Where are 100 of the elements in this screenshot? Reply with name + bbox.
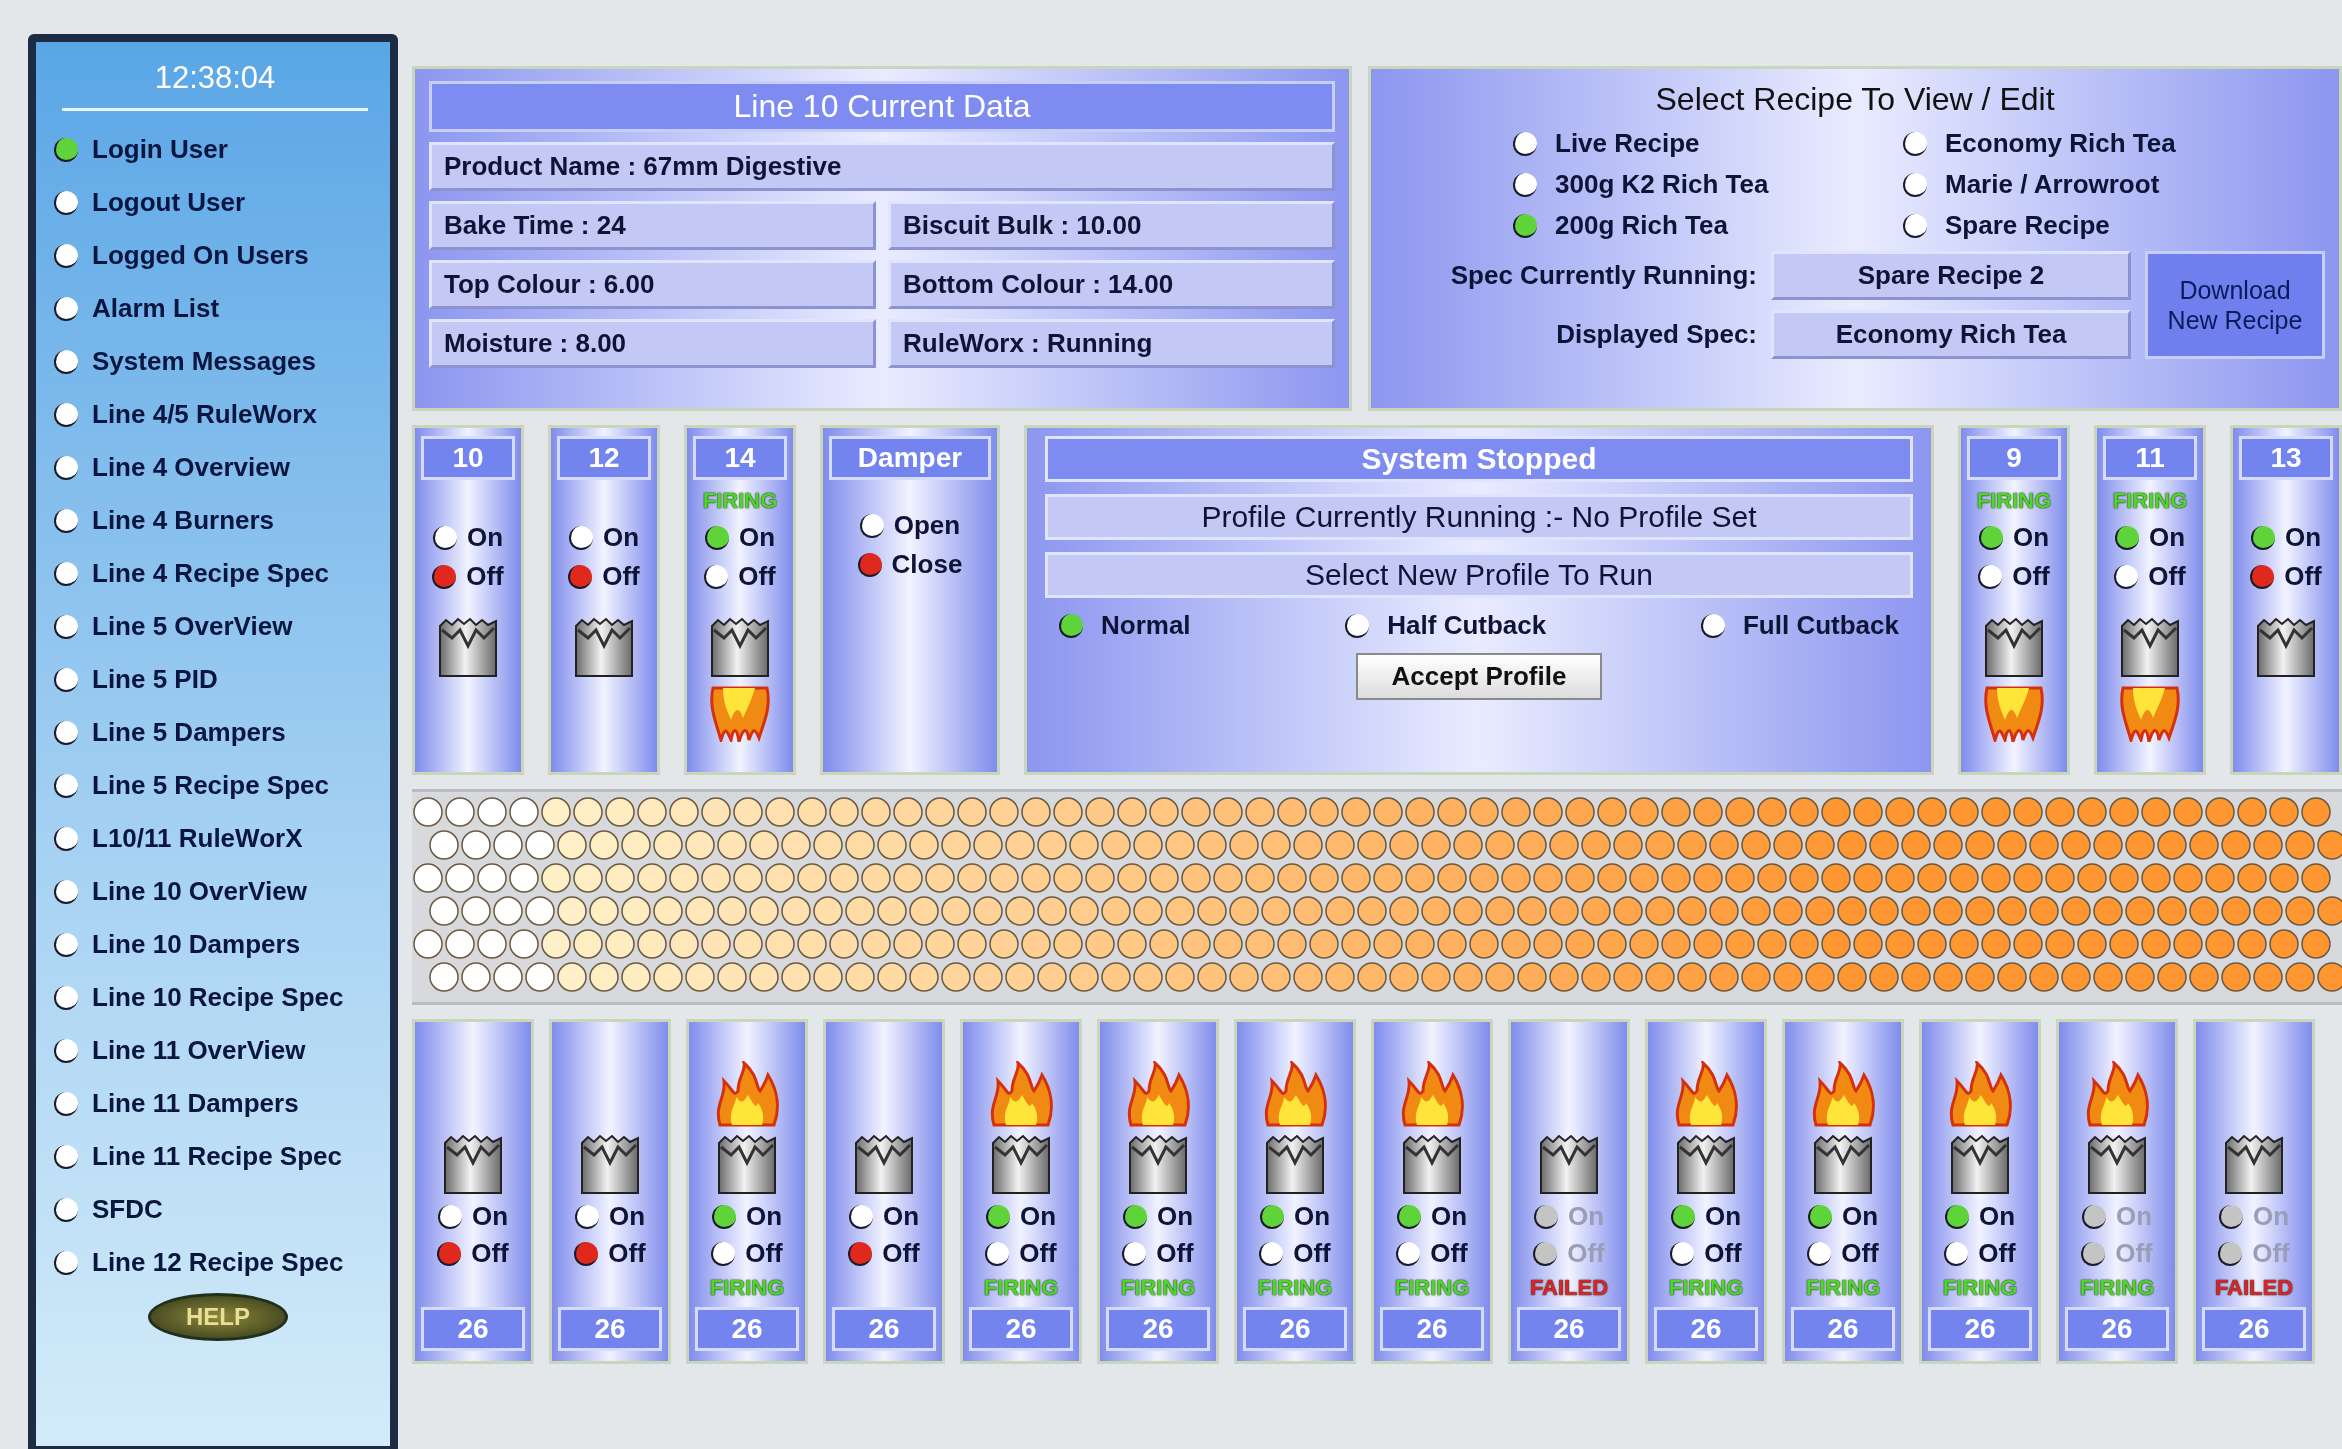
burner-icon — [1982, 616, 2046, 678]
switch-option[interactable]: On — [432, 522, 504, 553]
burner-icon — [2222, 1133, 2286, 1195]
nav-item[interactable]: Line 4 Overview — [54, 441, 382, 494]
switch-option[interactable]: Off — [848, 1238, 920, 1269]
burner-status: FIRING — [1120, 1275, 1196, 1301]
switch-option[interactable]: Off — [437, 1238, 509, 1269]
nav-item[interactable]: Line 11 Dampers — [54, 1077, 382, 1130]
option-label: Half Cutback — [1387, 610, 1547, 641]
nav-label: Line 4/5 RuleWorx — [92, 399, 317, 430]
recipe-option[interactable]: 200g Rich Tea — [1513, 210, 1903, 241]
switch-option[interactable]: On — [985, 1201, 1057, 1232]
switch-option[interactable]: Off — [432, 561, 504, 592]
switch-option[interactable]: On — [848, 1201, 920, 1232]
nav-item[interactable]: Line 5 PID — [54, 653, 382, 706]
switch-label: Close — [891, 549, 963, 580]
burner-status: FIRING — [1942, 1275, 2018, 1301]
nav-item[interactable]: Line 5 OverView — [54, 600, 382, 653]
profile-option[interactable]: Half Cutback — [1345, 610, 1547, 641]
switch-option[interactable]: Off — [2250, 561, 2322, 592]
switch-option[interactable]: Off — [1944, 1238, 2016, 1269]
recipe-option[interactable]: Marie / Arrowroot — [1903, 169, 2223, 200]
burner-number: 26 — [421, 1307, 525, 1351]
nav-label: System Messages — [92, 346, 317, 377]
switch-option[interactable]: On — [1670, 1201, 1742, 1232]
nav-item[interactable]: System Messages — [54, 335, 382, 388]
damper-title: Damper — [829, 436, 991, 480]
burner-number: 26 — [832, 1307, 936, 1351]
switch-option[interactable]: On — [711, 1201, 783, 1232]
switch-option[interactable]: On — [568, 522, 640, 553]
switch-label: Off — [2148, 561, 2186, 592]
switch-option[interactable]: On — [1396, 1201, 1468, 1232]
switch-option[interactable]: Off — [574, 1238, 646, 1269]
nav-item[interactable]: Line 10 OverView — [54, 865, 382, 918]
nav-item[interactable]: Logout User — [54, 176, 382, 229]
displayed-spec-field: Economy Rich Tea — [1771, 310, 2131, 359]
switch-label: On — [1841, 1201, 1879, 1232]
burner-status: FAILED — [2214, 1275, 2294, 1301]
nav-item[interactable]: Alarm List — [54, 282, 382, 335]
profile-option[interactable]: Normal — [1059, 610, 1191, 641]
switch-option[interactable]: On — [437, 1201, 509, 1232]
nav-item[interactable]: Line 5 Recipe Spec — [54, 759, 382, 812]
switch-option[interactable]: Close — [857, 549, 963, 580]
nav-label: Login User — [92, 134, 228, 165]
nav-item[interactable]: Line 4 Recipe Spec — [54, 547, 382, 600]
profile-option[interactable]: Full Cutback — [1700, 610, 1899, 641]
option-label: Spare Recipe — [1945, 210, 2110, 241]
switch-option[interactable]: Off — [1978, 561, 2050, 592]
switch-label: On — [2012, 522, 2050, 553]
switch-option[interactable]: On — [1807, 1201, 1879, 1232]
nav-item[interactable]: Line 4/5 RuleWorx — [54, 388, 382, 441]
panel-title: Select Recipe To View / Edit — [1654, 81, 2056, 118]
switch-option[interactable]: On — [2114, 522, 2186, 553]
recipe-option[interactable]: Economy Rich Tea — [1903, 128, 2223, 159]
switch-option[interactable]: On — [2250, 522, 2322, 553]
switch-label: Off — [471, 1238, 509, 1269]
recipe-option[interactable]: Spare Recipe — [1903, 210, 2223, 241]
switch-option[interactable]: Off — [704, 561, 776, 592]
burner-icon — [2118, 616, 2182, 678]
burner-icon — [2254, 616, 2318, 678]
nav-item[interactable]: L10/11 RuleWorX — [54, 812, 382, 865]
switch-option[interactable]: On — [1978, 522, 2050, 553]
nav-item[interactable]: Line 5 Dampers — [54, 706, 382, 759]
nav-item[interactable]: Line 11 Recipe Spec — [54, 1130, 382, 1183]
switch-option[interactable]: Off — [711, 1238, 783, 1269]
switch-option[interactable]: On — [1122, 1201, 1194, 1232]
recipe-option[interactable]: Live Recipe — [1513, 128, 1903, 159]
nav-item[interactable]: Line 4 Burners — [54, 494, 382, 547]
switch-label: On — [466, 522, 504, 553]
switch-option[interactable]: Off — [1396, 1238, 1468, 1269]
switch-option[interactable]: On — [704, 522, 776, 553]
switch-option[interactable]: Off — [1122, 1238, 1194, 1269]
switch-option[interactable]: Off — [568, 561, 640, 592]
switch-option[interactable]: Off — [1670, 1238, 1742, 1269]
burner-icon — [1674, 1133, 1738, 1195]
nav-item[interactable]: Line 12 Recipe Spec — [54, 1236, 382, 1289]
burner-status: FIRING — [1805, 1275, 1881, 1301]
nav-item[interactable]: Line 11 OverView — [54, 1024, 382, 1077]
switch-option[interactable]: Off — [985, 1238, 1057, 1269]
nav-item[interactable]: Logged On Users — [54, 229, 382, 282]
burner-number: 26 — [1517, 1307, 1621, 1351]
accept-profile-button[interactable]: Accept Profile — [1355, 653, 1603, 700]
download-recipe-button[interactable]: Download New Recipe — [2145, 251, 2325, 359]
nav-item[interactable]: Line 10 Recipe Spec — [54, 971, 382, 1024]
switch-option[interactable]: Off — [2114, 561, 2186, 592]
nav-label: Line 5 Recipe Spec — [92, 770, 329, 801]
nav-item[interactable]: Login User — [54, 123, 382, 176]
switch-option[interactable]: Off — [1259, 1238, 1331, 1269]
switch-option[interactable]: Off — [1807, 1238, 1879, 1269]
switch-option[interactable]: On — [1259, 1201, 1331, 1232]
help-button[interactable]: HELP — [148, 1293, 288, 1341]
nav-item[interactable]: Line 10 Dampers — [54, 918, 382, 971]
switch-label: Off — [745, 1238, 783, 1269]
switch-option[interactable]: On — [574, 1201, 646, 1232]
burner-number: 9 — [1967, 436, 2061, 480]
switch-option[interactable]: Open — [859, 510, 961, 541]
nav-item[interactable]: SFDC — [54, 1183, 382, 1236]
nav-label: Line 5 PID — [92, 664, 218, 695]
switch-option[interactable]: On — [1944, 1201, 2016, 1232]
recipe-option[interactable]: 300g K2 Rich Tea — [1513, 169, 1903, 200]
